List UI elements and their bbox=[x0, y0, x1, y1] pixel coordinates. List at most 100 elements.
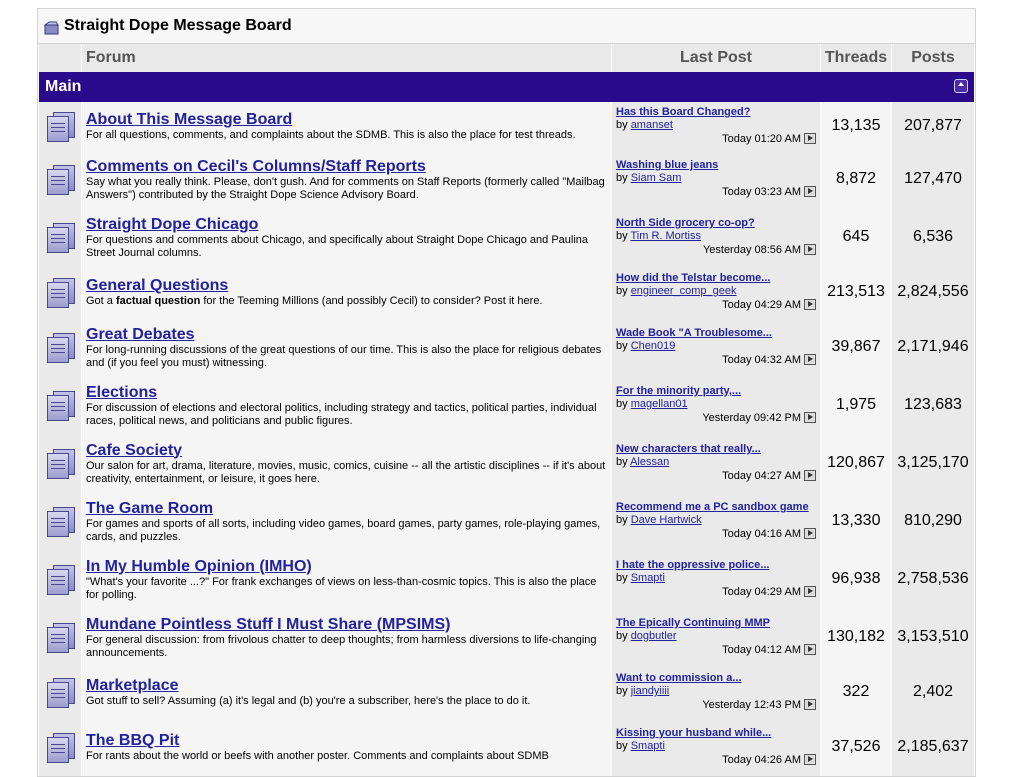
forum-status-cell bbox=[39, 492, 81, 550]
last-post-author-link[interactable]: dogbutler bbox=[631, 630, 677, 642]
last-post-thread-link[interactable]: Washing blue jeans bbox=[616, 159, 816, 172]
last-post-author-link[interactable]: jiandyiiii bbox=[631, 685, 670, 697]
thread-count: 39,867 bbox=[821, 318, 891, 376]
last-post-cell: Recommend me a PC sandbox game by Dave H… bbox=[612, 492, 820, 550]
forum-status-cell bbox=[39, 434, 81, 492]
forum-info-cell: In My Humble Opinion (IMHO) "What's your… bbox=[82, 550, 611, 608]
forum-title-link[interactable]: The BBQ Pit bbox=[86, 731, 607, 750]
thread-count: 120,867 bbox=[821, 434, 891, 492]
last-post-cell: North Side grocery co-op? by Tim R. Mort… bbox=[612, 208, 820, 266]
thread-count: 130,182 bbox=[821, 608, 891, 666]
last-post-cell: For the minority party,... by magellan01… bbox=[612, 376, 820, 434]
thread-count: 8,872 bbox=[821, 150, 891, 208]
last-post-author-link[interactable]: engineer_comp_geek bbox=[631, 285, 737, 297]
last-post-thread-link[interactable]: Kissing your husband while... bbox=[616, 727, 816, 740]
last-post-timestamp: Today 04:27 AM bbox=[722, 470, 801, 482]
go-to-last-post-icon[interactable] bbox=[804, 699, 816, 710]
last-post-cell: I hate the oppressive police... by Smapt… bbox=[612, 550, 820, 608]
last-post-thread-link[interactable]: Recommend me a PC sandbox game bbox=[616, 501, 816, 514]
go-to-last-post-icon[interactable] bbox=[804, 186, 816, 197]
forum-info-cell: The Game Room For games and sports of al… bbox=[82, 492, 611, 550]
forum-title-link[interactable]: Great Debates bbox=[86, 325, 607, 344]
category-title[interactable]: Main bbox=[45, 78, 81, 95]
forum-title-link[interactable]: Straight Dope Chicago bbox=[86, 215, 607, 234]
by-label: by bbox=[616, 285, 628, 297]
forum-status-cell bbox=[39, 550, 81, 608]
last-post-time: Today 04:29 AM bbox=[616, 299, 816, 312]
last-post-thread-link[interactable]: For the minority party,... bbox=[616, 385, 816, 398]
last-post-timestamp: Today 04:26 AM bbox=[722, 754, 801, 766]
post-count: 127,470 bbox=[892, 150, 974, 208]
last-post-author: by Tim R. Mortiss bbox=[616, 230, 816, 243]
last-post-author-link[interactable]: Smapti bbox=[631, 572, 665, 584]
by-label: by bbox=[616, 398, 628, 410]
last-post-timestamp: Yesterday 12:43 PM bbox=[702, 699, 801, 711]
last-post-author: by Smapti bbox=[616, 740, 816, 753]
post-count: 2,171,946 bbox=[892, 318, 974, 376]
forum-row: Marketplace Got stuff to sell? Assuming … bbox=[39, 666, 974, 718]
go-to-last-post-icon[interactable] bbox=[804, 470, 816, 481]
forum-row: Straight Dope Chicago For questions and … bbox=[39, 208, 974, 266]
forum-info-cell: General Questions Got a factual question… bbox=[82, 266, 611, 318]
last-post-author-link[interactable]: Alessan bbox=[630, 456, 669, 468]
last-post-author-link[interactable]: Siam Sam bbox=[631, 172, 682, 184]
go-to-last-post-icon[interactable] bbox=[804, 412, 816, 423]
post-count: 2,185,637 bbox=[892, 718, 974, 776]
forum-status-icon bbox=[47, 622, 75, 653]
forum-title-link[interactable]: About This Message Board bbox=[86, 110, 607, 129]
forum-title-link[interactable]: In My Humble Opinion (IMHO) bbox=[86, 557, 607, 576]
forum-description: For discussion of elections and electora… bbox=[86, 401, 597, 427]
forum-title-link[interactable]: The Game Room bbox=[86, 499, 607, 518]
last-post-author-link[interactable]: Dave Hartwick bbox=[631, 514, 702, 526]
forum-table: Forum Last Post Threads Posts Main About… bbox=[38, 44, 975, 776]
last-post-author: by Siam Sam bbox=[616, 172, 816, 185]
forum-title-link[interactable]: Mundane Pointless Stuff I Must Share (MP… bbox=[86, 615, 607, 634]
last-post-timestamp: Yesterday 08:56 AM bbox=[702, 244, 801, 256]
forum-info-cell: Mundane Pointless Stuff I Must Share (MP… bbox=[82, 608, 611, 666]
last-post-cell: How did the Telstar become... by enginee… bbox=[612, 266, 820, 318]
forum-title-link[interactable]: General Questions bbox=[86, 276, 607, 295]
go-to-last-post-icon[interactable] bbox=[804, 644, 816, 655]
go-to-last-post-icon[interactable] bbox=[804, 586, 816, 597]
forum-status-cell bbox=[39, 150, 81, 208]
last-post-author-link[interactable]: Tim R. Mortiss bbox=[630, 230, 700, 242]
post-count: 2,402 bbox=[892, 666, 974, 718]
last-post-thread-link[interactable]: New characters that really... bbox=[616, 443, 816, 456]
last-post-thread-link[interactable]: North Side grocery co-op? bbox=[616, 217, 816, 230]
board-title[interactable]: Straight Dope Message Board bbox=[64, 17, 292, 35]
forum-title-link[interactable]: Elections bbox=[86, 383, 607, 402]
by-label: by bbox=[616, 172, 628, 184]
post-count: 3,125,170 bbox=[892, 434, 974, 492]
forum-list-container: Straight Dope Message Board Forum Last P… bbox=[37, 8, 976, 777]
last-post-author-link[interactable]: Chen019 bbox=[631, 340, 676, 352]
last-post-thread-link[interactable]: Want to commission a... bbox=[616, 672, 816, 685]
forum-title-link[interactable]: Comments on Cecil's Columns/Staff Report… bbox=[86, 157, 607, 176]
forum-title-link[interactable]: Cafe Society bbox=[86, 441, 607, 460]
collapse-icon[interactable] bbox=[954, 79, 968, 93]
forum-status-icon bbox=[47, 222, 75, 253]
forum-status-cell bbox=[39, 666, 81, 718]
post-count: 6,536 bbox=[892, 208, 974, 266]
last-post-author-link[interactable]: amanset bbox=[631, 119, 673, 131]
go-to-last-post-icon[interactable] bbox=[804, 754, 816, 765]
last-post-thread-link[interactable]: I hate the oppressive police... bbox=[616, 559, 816, 572]
go-to-last-post-icon[interactable] bbox=[804, 528, 816, 539]
go-to-last-post-icon[interactable] bbox=[804, 133, 816, 144]
last-post-thread-link[interactable]: The Epically Continuing MMP bbox=[616, 617, 816, 630]
forum-status-icon bbox=[47, 448, 75, 479]
last-post-thread-link[interactable]: Wade Book "A Troublesome... bbox=[616, 327, 816, 340]
last-post-cell: Has this Board Changed? by amanset Today… bbox=[612, 102, 820, 150]
board-home-icon[interactable] bbox=[44, 21, 60, 35]
last-post-cell: New characters that really... by Alessan… bbox=[612, 434, 820, 492]
last-post-author-link[interactable]: Smapti bbox=[631, 740, 665, 752]
last-post-author-link[interactable]: magellan01 bbox=[631, 398, 688, 410]
forum-status-icon bbox=[47, 677, 75, 708]
last-post-thread-link[interactable]: Has this Board Changed? bbox=[616, 106, 816, 119]
go-to-last-post-icon[interactable] bbox=[804, 354, 816, 365]
last-post-thread-link[interactable]: How did the Telstar become... bbox=[616, 272, 816, 285]
go-to-last-post-icon[interactable] bbox=[804, 244, 816, 255]
forum-title-link[interactable]: Marketplace bbox=[86, 676, 607, 695]
go-to-last-post-icon[interactable] bbox=[804, 299, 816, 310]
column-header-forum: Forum bbox=[82, 44, 611, 72]
forum-description: Got a factual question for the Teeming M… bbox=[86, 295, 607, 308]
